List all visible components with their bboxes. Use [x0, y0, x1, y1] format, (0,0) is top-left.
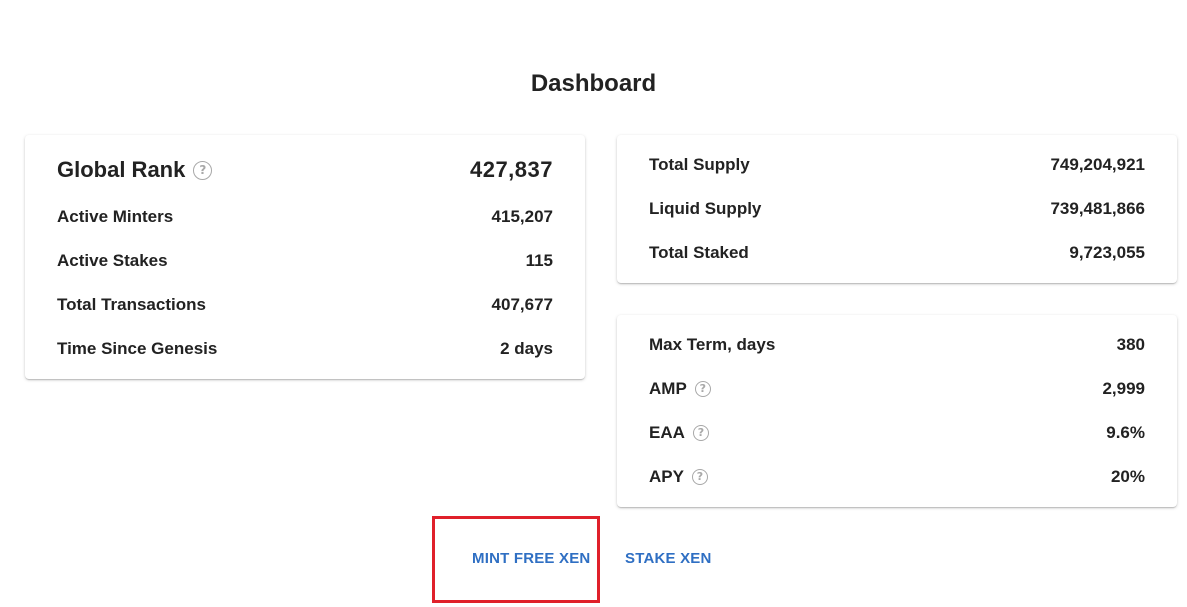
stat-label: Time Since Genesis — [57, 339, 218, 358]
stat-label: Active Stakes — [57, 251, 168, 270]
total-transactions-row: Total Transactions 407,677 — [57, 293, 553, 317]
help-circle-icon[interactable]: ? — [691, 469, 708, 485]
dashboard-page: Dashboard Global Rank ? 427,837 Active M… — [0, 0, 1187, 607]
help-circle-icon[interactable]: ? — [694, 381, 711, 397]
total-supply-row: Total Supply 749,204,921 — [649, 153, 1145, 177]
stat-value: 2,999 — [1102, 379, 1145, 398]
stat-value: 749,204,921 — [1050, 155, 1145, 174]
params-card: Max Term, days 380 AMP ? 2,999 EAA ? 9.6… — [617, 315, 1177, 507]
global-rank-row: Global Rank ? 427,837 — [57, 155, 553, 185]
total-staked-row: Total Staked 9,723,055 — [649, 241, 1145, 265]
active-minters-row: Active Minters 415,207 — [57, 205, 553, 229]
stat-value: 415,207 — [491, 207, 553, 226]
stat-value: 115 — [525, 251, 553, 270]
help-circle-icon[interactable]: ? — [692, 425, 709, 441]
stat-value: 9,723,055 — [1069, 243, 1145, 262]
amp-row: AMP ? 2,999 — [649, 377, 1145, 401]
max-term-row: Max Term, days 380 — [649, 333, 1145, 357]
stat-value: 20% — [1110, 467, 1145, 486]
eaa-row: EAA ? 9.6% — [649, 421, 1145, 445]
stats-card: Global Rank ? 427,837 Active Minters 415… — [25, 135, 585, 379]
mint-free-xen-button[interactable]: MINT FREE XEN — [472, 548, 590, 570]
global-rank-value: 427,837 — [469, 157, 553, 182]
stat-label: AMP — [649, 379, 687, 398]
stat-value: 9.6% — [1106, 423, 1145, 442]
apy-row: APY ? 20% — [649, 465, 1145, 489]
help-circle-icon[interactable]: ? — [193, 160, 213, 180]
stat-label: APY — [649, 467, 684, 486]
time-since-genesis-row: Time Since Genesis 2 days — [57, 337, 553, 361]
stat-label: Total Staked — [649, 243, 749, 262]
liquid-supply-row: Liquid Supply 739,481,866 — [649, 197, 1145, 221]
stat-label: Max Term, days — [649, 335, 776, 354]
stat-label: Total Supply — [649, 155, 750, 174]
supply-card: Total Supply 749,204,921 Liquid Supply 7… — [617, 135, 1177, 283]
stake-xen-button[interactable]: STAKE XEN — [625, 548, 712, 570]
stat-value: 2 days — [500, 339, 553, 358]
page-title: Dashboard — [530, 70, 657, 97]
stat-label: Liquid Supply — [649, 199, 762, 218]
active-stakes-row: Active Stakes 115 — [57, 249, 553, 273]
stat-label: EAA — [649, 423, 685, 442]
stat-label: Active Minters — [57, 207, 174, 226]
global-rank-label: Global Rank — [57, 157, 186, 182]
stat-label: Total Transactions — [57, 295, 206, 314]
stat-value: 407,677 — [491, 295, 553, 314]
stat-value: 380 — [1116, 335, 1145, 354]
stat-value: 739,481,866 — [1050, 199, 1145, 218]
